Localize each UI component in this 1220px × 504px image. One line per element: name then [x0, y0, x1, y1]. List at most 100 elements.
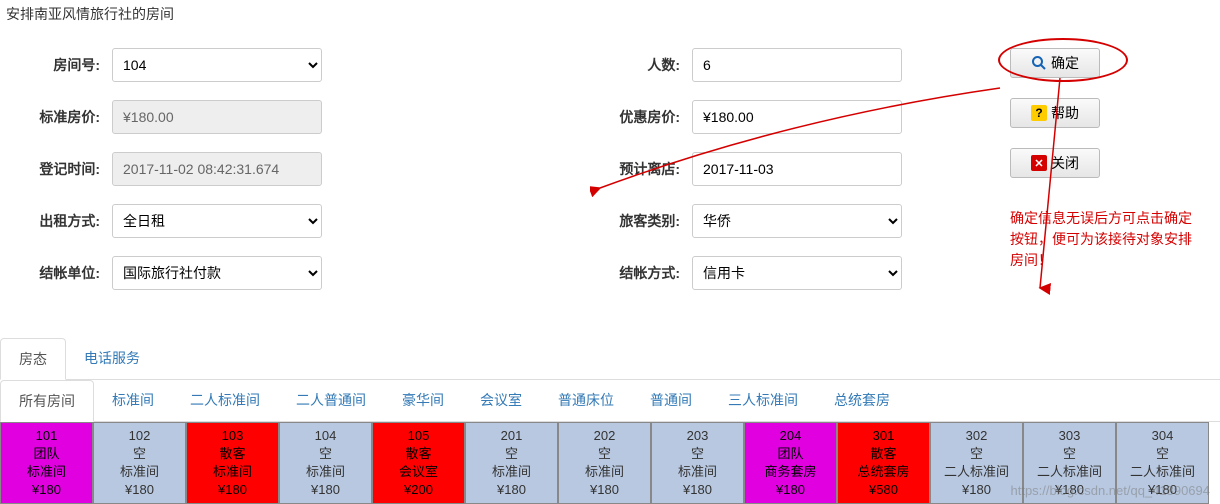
close-button-label: 关闭 — [1051, 153, 1079, 173]
help-icon: ? — [1031, 105, 1047, 121]
room-no: 304 — [1152, 427, 1174, 445]
room-no: 303 — [1059, 427, 1081, 445]
room-card[interactable]: 102空标准间¥180 — [93, 422, 186, 504]
room-card[interactable]: 204团队商务套房¥180 — [744, 422, 837, 504]
room-type: 标准间 — [585, 463, 624, 481]
room-type: 标准间 — [213, 463, 252, 481]
watermark: https://blog.csdn.net/qq_41890694 — [1011, 483, 1211, 498]
room-status: 空 — [1156, 445, 1169, 463]
room-status: 空 — [598, 445, 611, 463]
checkout-date-label: 预计离店: — [580, 159, 680, 179]
room-price: ¥180 — [497, 481, 526, 499]
room-type: 二人标准间 — [944, 463, 1009, 481]
room-no: 101 — [36, 427, 58, 445]
guest-type-select[interactable]: 华侨 — [692, 204, 902, 238]
bill-unit-label: 结帐单位: — [0, 263, 100, 283]
room-price: ¥180 — [218, 481, 247, 499]
room-price: ¥180 — [311, 481, 340, 499]
bill-unit-select[interactable]: 国际旅行社付款 — [112, 256, 322, 290]
room-status: 空 — [505, 445, 518, 463]
room-status: 散客 — [405, 445, 431, 463]
disc-price-input[interactable] — [692, 100, 902, 134]
rent-mode-label: 出租方式: — [0, 211, 100, 231]
close-button[interactable]: ✕ 关闭 — [1010, 148, 1100, 178]
people-input[interactable] — [692, 48, 902, 82]
room-no: 203 — [687, 427, 709, 445]
room-card[interactable]: 202空标准间¥180 — [558, 422, 651, 504]
room-no: 302 — [966, 427, 988, 445]
room-card[interactable]: 101团队标准间¥180 — [0, 422, 93, 504]
room-price: ¥180 — [590, 481, 619, 499]
room-no: 104 — [315, 427, 337, 445]
tab-0[interactable]: 房态 — [0, 338, 66, 380]
room-type-tab-0[interactable]: 所有房间 — [0, 380, 94, 422]
room-status: 团队 — [33, 445, 59, 463]
room-card[interactable]: 103散客标准间¥180 — [186, 422, 279, 504]
checkout-date-input[interactable] — [692, 152, 902, 186]
room-card[interactable]: 301散客总统套房¥580 — [837, 422, 930, 504]
room-type: 二人标准间 — [1037, 463, 1102, 481]
room-status: 空 — [691, 445, 704, 463]
room-type: 会议室 — [399, 463, 438, 481]
room-card[interactable]: 302空二人标准间¥180 — [930, 422, 1023, 504]
main-tabs: 房态电话服务 — [0, 338, 1220, 380]
checkin-time-label: 登记时间: — [0, 159, 100, 179]
confirm-button[interactable]: 确定 — [1010, 48, 1100, 78]
room-no: 103 — [222, 427, 244, 445]
bill-mode-select[interactable]: 信用卡 — [692, 256, 902, 290]
guest-type-label: 旅客类别: — [580, 211, 680, 231]
tab-1[interactable]: 电话服务 — [66, 338, 158, 379]
room-card[interactable]: 201空标准间¥180 — [465, 422, 558, 504]
confirm-button-label: 确定 — [1051, 53, 1079, 73]
room-type: 标准间 — [27, 463, 66, 481]
room-type: 总统套房 — [857, 463, 909, 481]
room-type-tab-5[interactable]: 会议室 — [462, 380, 540, 421]
button-column: 确定 ? 帮助 ✕ 关闭 — [1010, 48, 1100, 198]
rent-mode-select[interactable]: 全日租 — [112, 204, 322, 238]
bill-mode-label: 结帐方式: — [580, 263, 680, 283]
room-no: 204 — [780, 427, 802, 445]
room-no: 201 — [501, 427, 523, 445]
room-type-tab-4[interactable]: 豪华间 — [384, 380, 462, 421]
room-type: 标准间 — [492, 463, 531, 481]
std-price-input — [112, 100, 322, 134]
std-price-label: 标准房价: — [0, 107, 100, 127]
help-button[interactable]: ? 帮助 — [1010, 98, 1100, 128]
room-type-tab-2[interactable]: 二人标准间 — [172, 380, 278, 421]
annotation-text: 确定信息无误后方可点击确定按钮，便可为该接待对象安排房间！ — [1010, 208, 1200, 271]
room-no: 202 — [594, 427, 616, 445]
room-type-tabs: 所有房间标准间二人标准间二人普通间豪华间会议室普通床位普通间三人标准间总统套房 — [0, 380, 1220, 422]
room-price: ¥200 — [404, 481, 433, 499]
room-card[interactable]: 203空标准间¥180 — [651, 422, 744, 504]
room-no: 102 — [129, 427, 151, 445]
help-button-label: 帮助 — [1051, 103, 1079, 123]
room-type: 标准间 — [678, 463, 717, 481]
room-type: 二人标准间 — [1130, 463, 1195, 481]
room-price: ¥180 — [683, 481, 712, 499]
room-type: 标准间 — [120, 463, 159, 481]
room-type-tab-3[interactable]: 二人普通间 — [278, 380, 384, 421]
search-icon — [1031, 55, 1047, 71]
room-type-tab-7[interactable]: 普通间 — [632, 380, 710, 421]
room-price: ¥580 — [869, 481, 898, 499]
room-price: ¥180 — [962, 481, 991, 499]
room-status: 散客 — [219, 445, 245, 463]
room-type-tab-8[interactable]: 三人标准间 — [710, 380, 816, 421]
room-status: 散客 — [870, 445, 896, 463]
room-status: 空 — [970, 445, 983, 463]
people-label: 人数: — [580, 55, 680, 75]
room-type-tab-6[interactable]: 普通床位 — [540, 380, 632, 421]
room-status: 空 — [133, 445, 146, 463]
room-price: ¥180 — [776, 481, 805, 499]
room-price: ¥180 — [125, 481, 154, 499]
room-card[interactable]: 105散客会议室¥200 — [372, 422, 465, 504]
room-type-tab-1[interactable]: 标准间 — [94, 380, 172, 421]
room-no-select[interactable]: 104 — [112, 48, 322, 82]
form-area: 房间号: 104 人数: 标准房价: 优惠房价: 登记时间: 预计离店: 出租方… — [0, 28, 1220, 328]
room-type-tab-9[interactable]: 总统套房 — [816, 380, 908, 421]
room-card[interactable]: 104空标准间¥180 — [279, 422, 372, 504]
room-status: 空 — [1063, 445, 1076, 463]
room-status: 空 — [319, 445, 332, 463]
checkin-time-input — [112, 152, 322, 186]
room-type: 标准间 — [306, 463, 345, 481]
